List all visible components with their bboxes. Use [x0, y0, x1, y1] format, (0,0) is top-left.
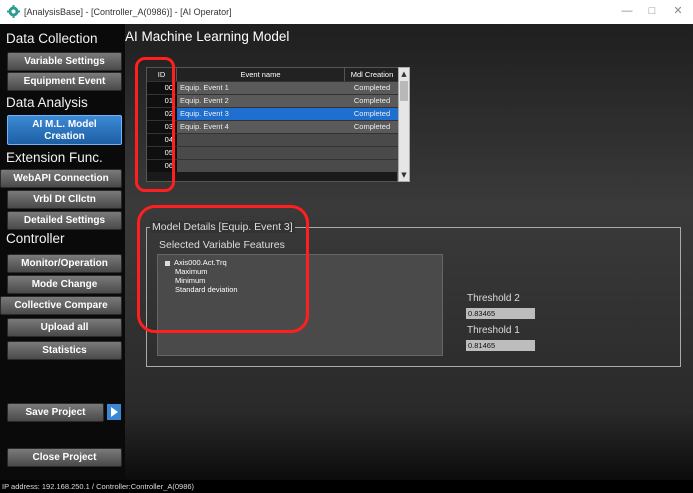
statistics-button[interactable]: Statistics: [7, 341, 122, 360]
window-title: [AnalysisBase] - [Controller_A(0986)] - …: [24, 7, 232, 17]
save-arrow-icon[interactable]: [107, 404, 121, 420]
row-event-name: Equip. Event 1: [177, 82, 345, 94]
row-status: [345, 160, 399, 172]
event-table[interactable]: ID Event name Mdl Creation 00 Equip. Eve…: [146, 67, 399, 182]
section-controller: Controller: [6, 231, 65, 246]
threshold2-label: Threshold 2: [467, 293, 520, 304]
row-status: Completed: [345, 95, 399, 107]
table-header: ID Event name Mdl Creation: [147, 68, 399, 81]
ai-model-label-line1: AI M.L. Model: [32, 119, 97, 130]
status-bar: IP address: 192.168.250.1 / Controller:C…: [0, 480, 693, 493]
page-title: AI Machine Learning Model: [125, 29, 290, 44]
row-event-name: Equip. Event 3: [177, 108, 345, 120]
monitor-operation-button[interactable]: Monitor/Operation: [7, 254, 122, 273]
section-data-analysis: Data Analysis: [6, 95, 88, 110]
threshold1-field[interactable]: 0.81465: [466, 340, 535, 351]
row-status: Completed: [345, 82, 399, 94]
threshold2-field[interactable]: 0.83465: [466, 308, 535, 319]
collective-compare-button[interactable]: Collective Compare: [0, 296, 122, 315]
table-row[interactable]: 03 Equip. Event 4 Completed: [147, 120, 399, 133]
row-status: [345, 147, 399, 159]
mode-change-button[interactable]: Mode Change: [7, 275, 122, 294]
ai-model-creation-button[interactable]: AI M.L. Model Creation: [7, 115, 122, 145]
row-status: Completed: [345, 108, 399, 120]
row-event-name: [177, 134, 345, 146]
title-bar: [AnalysisBase] - [Controller_A(0986)] - …: [0, 0, 693, 24]
row-event-name: Equip. Event 2: [177, 95, 345, 107]
table-scrollbar[interactable]: ▲ ▼: [398, 67, 410, 182]
row-event-name: Equip. Event 4: [177, 121, 345, 133]
close-project-button[interactable]: Close Project: [7, 448, 122, 467]
table-row[interactable]: 00 Equip. Event 1 Completed: [147, 81, 399, 94]
table-row[interactable]: 06: [147, 159, 399, 172]
section-data-collection: Data Collection: [6, 31, 98, 46]
table-row[interactable]: 04: [147, 133, 399, 146]
ai-model-label-line2: Creation: [44, 131, 85, 142]
app-icon: [7, 5, 20, 18]
webapi-connection-button[interactable]: WebAPI Connection: [0, 169, 122, 188]
maximize-button[interactable]: □: [642, 3, 662, 19]
close-button[interactable]: ✕: [668, 3, 688, 19]
upload-all-button[interactable]: Upload all: [7, 318, 122, 337]
threshold1-label: Threshold 1: [467, 325, 520, 336]
row-event-name: [177, 147, 345, 159]
table-row[interactable]: 05: [147, 146, 399, 159]
id-column-highlight: [135, 57, 175, 192]
vrbl-dt-cllctn-button[interactable]: Vrbl Dt Cllctn: [7, 190, 122, 209]
scroll-up-icon[interactable]: ▲: [399, 69, 409, 79]
features-highlight: [137, 205, 309, 333]
row-event-name: [177, 160, 345, 172]
table-row[interactable]: 01 Equip. Event 2 Completed: [147, 94, 399, 107]
row-status: Completed: [345, 121, 399, 133]
equipment-event-button[interactable]: Equipment Event: [7, 72, 122, 91]
table-row-selected[interactable]: 02 Equip. Event 3 Completed: [147, 107, 399, 120]
variable-settings-button[interactable]: Variable Settings: [7, 52, 122, 71]
scroll-thumb[interactable]: [400, 81, 408, 101]
save-project-button[interactable]: Save Project: [7, 403, 104, 422]
row-status: [345, 134, 399, 146]
header-event-name: Event name: [177, 68, 345, 81]
scroll-down-icon[interactable]: ▼: [399, 170, 409, 180]
minimize-button[interactable]: —: [617, 3, 637, 19]
header-mdl-creation: Mdl Creation: [350, 70, 394, 79]
section-extension-func: Extension Func.: [6, 150, 103, 165]
